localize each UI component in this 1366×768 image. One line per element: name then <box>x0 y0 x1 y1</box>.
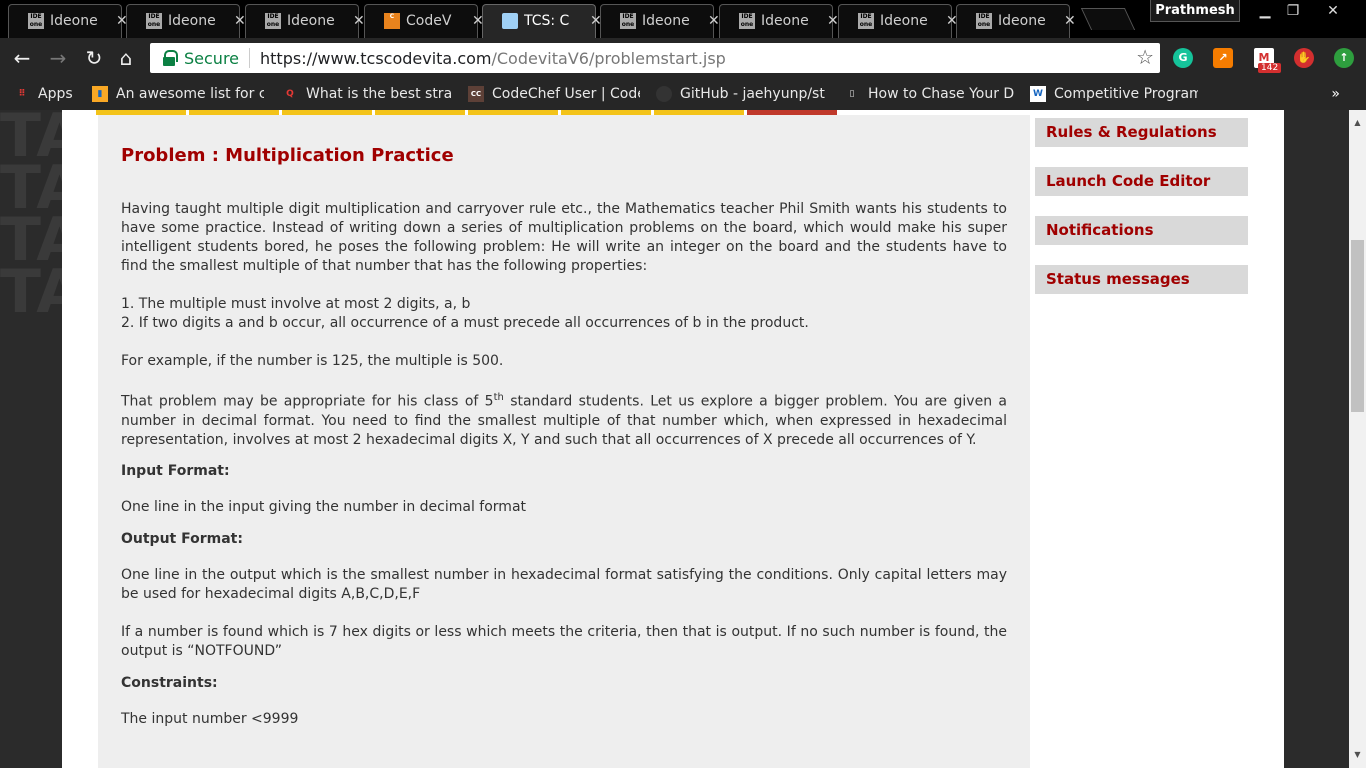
browser-tab[interactable]: IDE one Ideone ✕ <box>0 4 130 38</box>
ideone-icon: IDE one <box>265 13 281 29</box>
bookmark-item[interactable]: CC CodeChef User | Code <box>468 84 640 104</box>
close-icon[interactable]: ✕ <box>116 13 128 29</box>
bookmarks-overflow-icon[interactable]: » <box>1331 86 1340 102</box>
problem-rules: 1. The multiple must involve at most 2 d… <box>121 295 1007 333</box>
minimize-icon[interactable]: ▁ <box>1252 0 1278 22</box>
bookmark-item[interactable]: Q What is the best strat <box>282 84 452 104</box>
apps-grid-icon: ⠿ <box>18 89 26 99</box>
output-format-text: One line in the output which is the smal… <box>121 566 1007 602</box>
lock-icon <box>162 50 178 66</box>
notifications-button[interactable]: Notifications <box>1035 216 1248 245</box>
bookmarks-bar: ⠿ Apps ▮ An awesome list for c Q What is th… <box>0 78 1366 110</box>
browser-tab[interactable]: IDE one Ideone ✕ <box>592 4 722 38</box>
close-icon[interactable]: ✕ <box>827 13 839 29</box>
close-icon[interactable]: ✕ <box>1064 13 1076 29</box>
ideone-icon: IDE one <box>620 13 636 29</box>
browser-tab[interactable]: IDE one Ideone ✕ <box>711 4 841 38</box>
secure-label: Secure <box>184 48 240 68</box>
bookmark-item[interactable]: W Competitive Program <box>1030 84 1198 104</box>
ideone-icon: IDE one <box>976 13 992 29</box>
background-pattern: TA TA TA TA <box>0 110 83 327</box>
back-icon[interactable]: ← <box>10 46 34 70</box>
problem-title: Problem : Multiplication Practice <box>121 145 454 166</box>
scroll-thumb[interactable] <box>1351 240 1364 412</box>
problem-bigger: That problem may be appropriate for his … <box>121 392 1007 448</box>
sidebar: Rules & Regulations Launch Code Editor N… <box>1035 118 1248 314</box>
close-window-icon[interactable]: ✕ <box>1310 0 1356 22</box>
browser-tab[interactable]: IDE one Ideone ✕ <box>118 4 248 38</box>
problem-intro: Having taught multiple digit multiplicat… <box>121 201 1007 274</box>
browser-tab[interactable]: C CodeV ✕ <box>356 4 486 38</box>
page-icon: ▯ <box>849 89 855 99</box>
close-icon[interactable]: ✕ <box>590 13 602 29</box>
page-scrollbar[interactable]: ▲ ▼ <box>1349 110 1366 768</box>
close-icon[interactable]: ✕ <box>708 13 720 29</box>
launch-editor-button[interactable]: Launch Code Editor <box>1035 167 1248 196</box>
input-format-text: One line in the input giving the number … <box>121 498 527 515</box>
mail-count-badge: 142 <box>1258 63 1282 73</box>
ideone-icon: IDE one <box>739 13 755 29</box>
reload-icon[interactable]: ↻ <box>82 46 106 70</box>
new-tab-button[interactable] <box>1080 8 1136 30</box>
url-host: https://www.tcscodevita.com <box>260 48 492 68</box>
restore-icon[interactable]: ❐ <box>1280 0 1306 22</box>
constraints-text: The input number <9999 <box>121 710 299 727</box>
tab-strip: IDE one Ideone ✕ IDE one Ideone ✕ IDE one Ideone… <box>0 0 1366 38</box>
rule-2: 2. If two digits a and b occur, all occu… <box>121 315 809 331</box>
constraints-heading: Constraints: <box>121 674 218 691</box>
update-icon[interactable]: ↑ <box>1334 48 1354 68</box>
browser-toolbar: ← → ↻ ⌂ Secure https://www.tcscodevita.c… <box>0 38 1366 78</box>
close-icon[interactable]: ✕ <box>234 13 246 29</box>
address-bar[interactable]: Secure https://www.tcscodevita.com/Codev… <box>150 43 1160 73</box>
problem-example: For example, if the number is 125, the m… <box>121 353 504 369</box>
divider <box>249 48 251 68</box>
browser-tab[interactable]: IDE one Ideone ✕ <box>237 4 367 38</box>
page-container: Problem : Multiplication Practice Having… <box>62 110 1284 768</box>
close-icon[interactable]: ✕ <box>946 13 958 29</box>
w-icon: W <box>1030 86 1046 102</box>
chart-icon: ▮ <box>92 86 108 102</box>
forward-icon[interactable]: → <box>46 46 70 70</box>
problem-panel: Problem : Multiplication Practice Having… <box>98 115 1030 768</box>
tcs-icon <box>502 13 518 29</box>
output-format-text-2: If a number is found which is 7 hex digi… <box>121 623 1007 659</box>
adblock-icon[interactable]: ✋ <box>1294 48 1314 68</box>
status-messages-button[interactable]: Status messages <box>1035 265 1248 294</box>
ideone-icon: IDE one <box>858 13 874 29</box>
bookmark-item[interactable]: ▮ An awesome list for c <box>92 84 264 104</box>
profile-button[interactable]: Prathmesh <box>1150 0 1240 22</box>
rules-button[interactable]: Rules & Regulations <box>1035 118 1248 147</box>
grammarly-icon[interactable]: G <box>1173 48 1193 68</box>
bookmark-item[interactable]: ▯ How to Chase Your D <box>844 84 1014 104</box>
home-icon[interactable]: ⌂ <box>114 46 138 70</box>
bookmark-item[interactable]: GitHub - jaehyunp/st <box>656 84 826 104</box>
analytics-icon[interactable]: ↗ <box>1213 48 1233 68</box>
browser-tab[interactable]: IDE one Ideone ✕ <box>948 4 1078 38</box>
page-viewport: TA TA TA TA Problem : Multiplication Practi… <box>0 110 1349 768</box>
ideone-icon: IDE one <box>146 13 162 29</box>
github-icon <box>656 86 672 102</box>
rule-1: 1. The multiple must involve at most 2 d… <box>121 296 471 312</box>
codechef-icon: C <box>384 13 400 29</box>
output-format-heading: Output Format: <box>121 530 243 547</box>
input-format-heading: Input Format: <box>121 462 230 479</box>
scroll-down-icon[interactable]: ▼ <box>1349 748 1366 762</box>
bookmark-star-icon[interactable]: ☆ <box>1136 45 1154 69</box>
scroll-up-icon[interactable]: ▲ <box>1349 116 1366 130</box>
codechef-icon: CC <box>468 86 484 102</box>
quora-icon: Q <box>286 89 294 99</box>
close-icon[interactable]: ✕ <box>353 13 365 29</box>
browser-tab-active[interactable]: TCS: C ✕ <box>474 4 604 38</box>
bookmark-apps[interactable]: ⠿ Apps <box>14 84 72 104</box>
url-path: /CodevitaV6/problemstart.jsp <box>491 48 726 68</box>
close-icon[interactable]: ✕ <box>472 13 484 29</box>
ideone-icon: IDE one <box>28 13 44 29</box>
browser-tab[interactable]: IDE one Ideone ✕ <box>830 4 960 38</box>
